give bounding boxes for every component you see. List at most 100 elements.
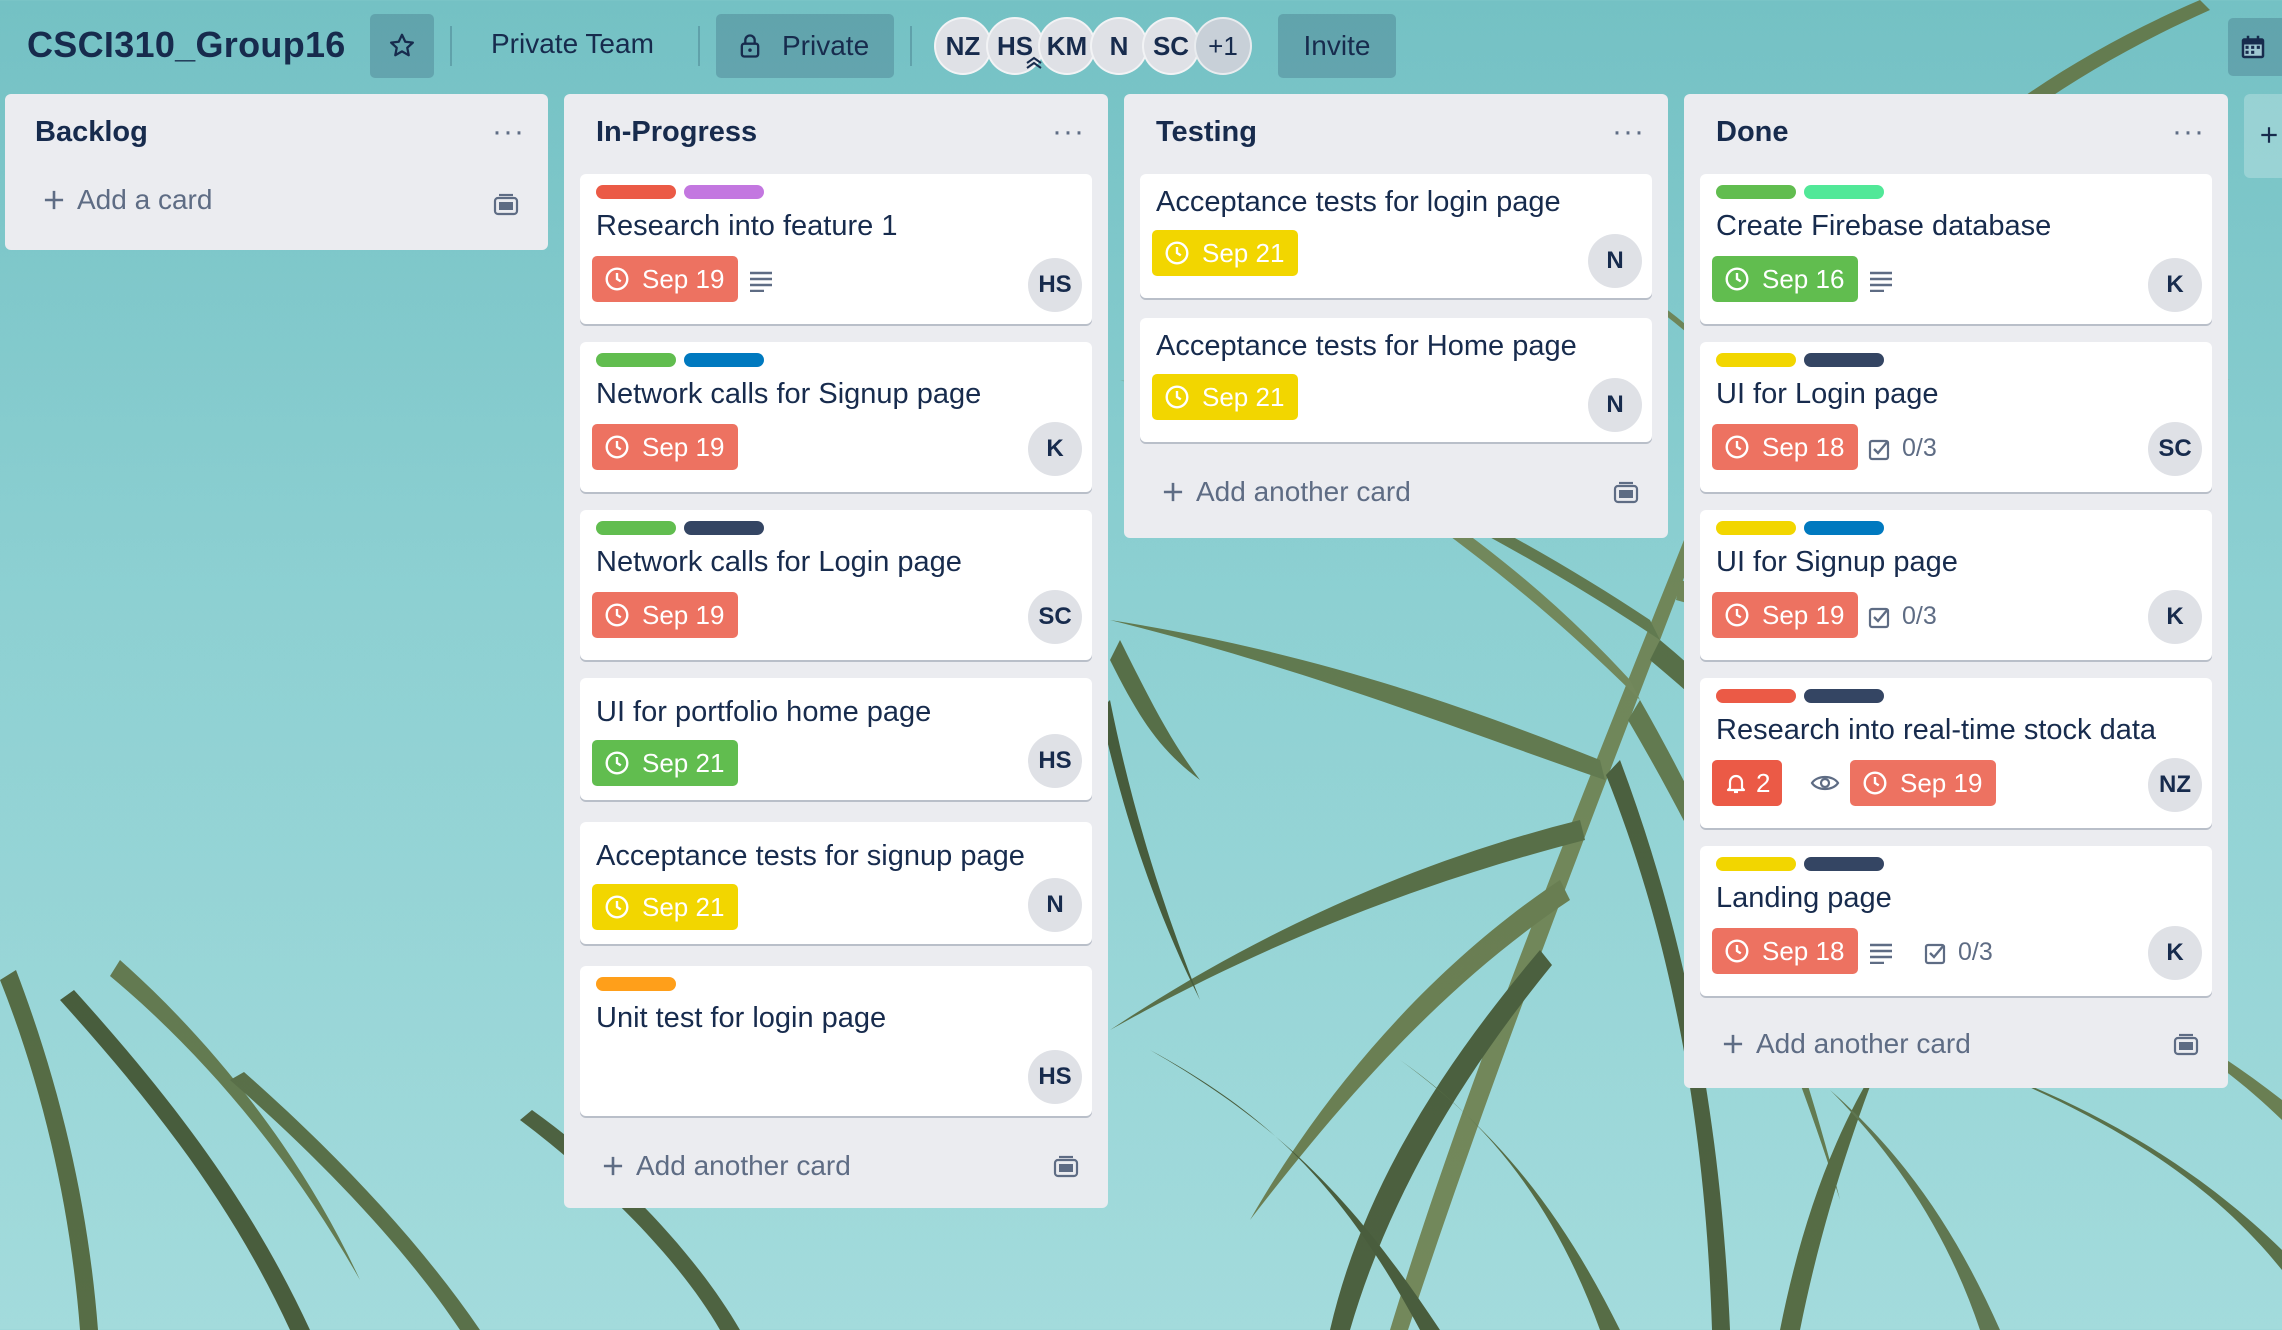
member-avatar[interactable]: K [2148, 590, 2202, 644]
list-menu-button[interactable]: ··· [1612, 117, 1645, 147]
clock-icon [605, 895, 629, 919]
card[interactable]: Create Firebase database Sep 16 K [1700, 174, 2212, 324]
team-button[interactable]: Private Team [491, 28, 654, 60]
due-date-badge[interactable]: Sep 19 [1850, 760, 1997, 806]
due-date-badge[interactable]: Sep 21 [1152, 374, 1299, 420]
card-label [1716, 689, 1796, 703]
list-menu-button[interactable]: ··· [2172, 117, 2205, 147]
card[interactable]: Acceptance tests for Home page Sep 21 N [1140, 318, 1652, 442]
more-members-button[interactable]: +1 [1194, 17, 1252, 75]
card[interactable]: Acceptance tests for login page Sep 21 N [1140, 174, 1652, 298]
member-avatar[interactable]: NZ [934, 17, 992, 75]
due-date-label: Sep 21 [642, 747, 725, 778]
list-menu-button[interactable]: ··· [1052, 117, 1085, 147]
due-date-label: Sep 19 [1762, 599, 1845, 630]
plus-icon [44, 190, 64, 210]
card-title: Research into real-time stock data [1716, 714, 2157, 746]
card[interactable]: UI for Signup page Sep 19 0/3 K [1700, 510, 2212, 660]
description-icon [1870, 271, 1892, 292]
member-avatar[interactable]: K [2148, 258, 2202, 312]
checklist-badge: 0/3 [1868, 602, 1937, 631]
list-title[interactable]: Testing [1156, 116, 1257, 149]
member-avatar[interactable]: SC [1142, 17, 1200, 75]
card-template-icon[interactable] [1612, 480, 1640, 506]
clock-icon [1725, 603, 1749, 627]
lock-icon [740, 34, 760, 58]
due-date-badge[interactable]: Sep 21 [1152, 230, 1299, 276]
card[interactable]: Research into real-time stock data 2 Sep… [1700, 678, 2212, 828]
due-date-badge[interactable]: Sep 19 [592, 592, 739, 638]
due-date-badge[interactable]: Sep 19 [592, 424, 739, 470]
calendar-icon [2241, 35, 2265, 59]
card[interactable]: Research into feature 1 Sep 19 HS [580, 174, 1092, 324]
clock-icon [1725, 267, 1749, 291]
due-date-badge[interactable]: Sep 18 [1712, 424, 1859, 470]
member-avatar[interactable]: N [1028, 878, 1082, 932]
due-date-badge[interactable]: Sep 18 [1712, 928, 1859, 974]
member-avatar[interactable]: N [1588, 378, 1642, 432]
member-avatar[interactable]: HS [1028, 258, 1082, 312]
add-list-button[interactable] [2244, 94, 2282, 178]
member-avatar[interactable]: K [2148, 926, 2202, 980]
card-label [1716, 857, 1796, 871]
add-card-button[interactable]: Add another card [1720, 1028, 1971, 1060]
due-date-badge[interactable]: Sep 16 [1712, 256, 1859, 302]
board-title[interactable]: CSCI310_Group16 [27, 24, 346, 66]
member-avatar[interactable]: N [1090, 17, 1148, 75]
member-avatar[interactable]: NZ [2148, 758, 2202, 812]
card-label [684, 353, 764, 367]
calendar-button[interactable] [2228, 18, 2282, 76]
card[interactable]: Unit test for login page HS [580, 966, 1092, 1116]
card-title: Acceptance tests for Home page [1156, 330, 1577, 362]
member-avatar[interactable]: HS [1028, 1050, 1082, 1104]
add-card-button[interactable]: Add a card [41, 184, 212, 216]
add-card-button[interactable]: Add another card [1160, 476, 1411, 508]
notification-badge[interactable]: 2 [1712, 760, 1783, 806]
eye-icon [1810, 775, 1840, 791]
card-template-icon[interactable] [492, 192, 520, 218]
add-card-label: Add another card [1756, 1028, 1971, 1059]
card[interactable]: UI for Login page Sep 18 0/3 SC [1700, 342, 2212, 492]
header-divider [450, 26, 452, 66]
list-testing: Testing ··· Acceptance tests for login p… [1124, 94, 1668, 538]
member-avatar[interactable]: SC [2148, 422, 2202, 476]
clock-icon [1725, 939, 1749, 963]
card[interactable]: Network calls for Signup page Sep 19 K [580, 342, 1092, 492]
list-backlog: Backlog ··· Add a card [5, 94, 548, 250]
checklist-badge: 0/3 [1924, 938, 1993, 967]
due-date-badge[interactable]: Sep 19 [592, 256, 739, 302]
member-avatar[interactable]: N [1588, 234, 1642, 288]
checklist-count: 0/3 [1902, 602, 1937, 630]
list-menu-button[interactable]: ··· [492, 117, 525, 147]
card-label [1804, 689, 1884, 703]
due-date-label: Sep 21 [1202, 237, 1285, 268]
clock-icon [605, 751, 629, 775]
due-date-label: Sep 21 [1202, 381, 1285, 412]
list-title[interactable]: In-Progress [596, 116, 757, 149]
member-avatar[interactable]: K [1028, 422, 1082, 476]
card[interactable]: Landing page Sep 18 0/3 K [1700, 846, 2212, 996]
add-card-button[interactable]: Add another card [600, 1150, 851, 1182]
due-date-badge[interactable]: Sep 19 [1712, 592, 1859, 638]
list-title[interactable]: Backlog [35, 116, 148, 149]
star-button[interactable] [370, 14, 434, 78]
checklist-icon [1868, 607, 1890, 628]
description-icon [750, 271, 772, 292]
card-template-icon[interactable] [2172, 1032, 2200, 1058]
member-avatar[interactable]: SC [1028, 590, 1082, 644]
due-date-badge[interactable]: Sep 21 [592, 740, 739, 786]
invite-button[interactable]: Invite [1278, 14, 1396, 78]
member-avatar[interactable]: HS [1028, 734, 1082, 788]
notification-count: 2 [1756, 767, 1771, 798]
card[interactable]: Network calls for Login page Sep 19 SC [580, 510, 1092, 660]
visibility-button[interactable]: Private [716, 14, 894, 78]
card-title: Unit test for login page [596, 1002, 887, 1034]
card-template-icon[interactable] [1052, 1154, 1080, 1180]
list-title[interactable]: Done [1716, 116, 1789, 149]
card-label [1804, 521, 1884, 535]
member-avatar[interactable]: KM [1038, 17, 1096, 75]
card[interactable]: Acceptance tests for signup page Sep 21 … [580, 822, 1092, 944]
due-date-badge[interactable]: Sep 21 [592, 884, 739, 930]
card-label [596, 521, 676, 535]
card[interactable]: UI for portfolio home page Sep 21 HS [580, 678, 1092, 800]
